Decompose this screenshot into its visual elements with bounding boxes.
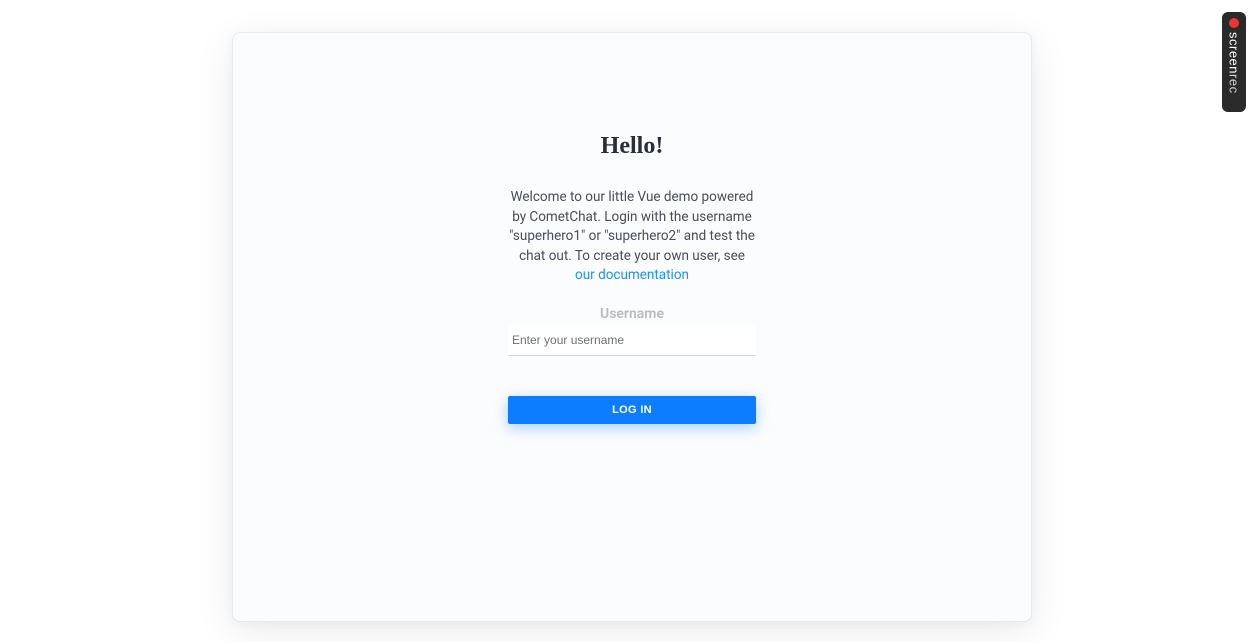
login-button[interactable]: LOG IN [508,396,756,424]
username-input[interactable] [508,326,756,356]
screenrec-label-screen: screen [1227,32,1242,74]
screenrec-label-rec: rec [1227,74,1242,94]
username-label: Username [508,306,756,322]
description-body: Welcome to our little Vue demo powered b… [509,189,755,264]
page-title: Hello! [508,133,756,160]
screenrec-label: screenrec [1227,32,1242,94]
record-icon [1229,18,1239,28]
login-content: Hello! Welcome to our little Vue demo po… [508,133,756,424]
screenrec-overlay[interactable]: screenrec [1222,12,1246,112]
login-card: Hello! Welcome to our little Vue demo po… [232,32,1032,622]
description-text: Welcome to our little Vue demo powered b… [508,188,756,286]
documentation-link[interactable]: our documentation [575,267,689,283]
